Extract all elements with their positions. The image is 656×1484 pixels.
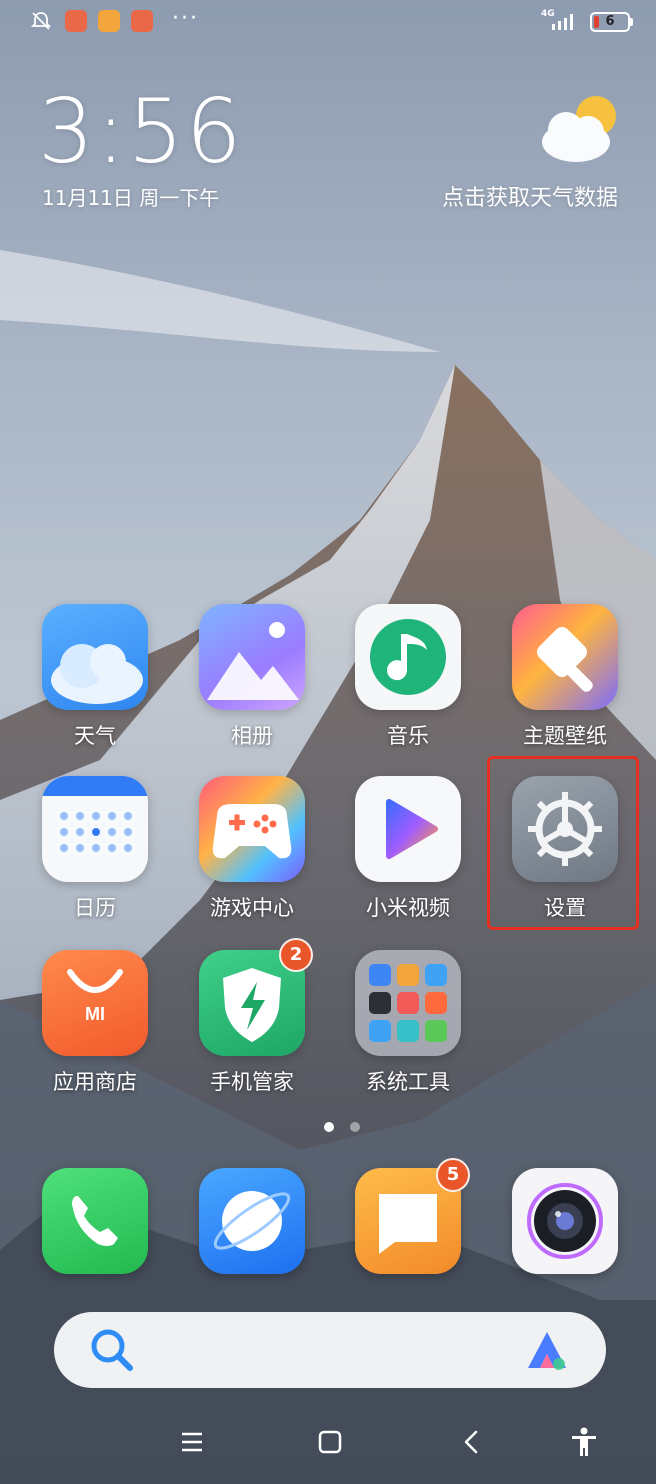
app-label: 手机管家 (210, 1070, 294, 1094)
camera-icon[interactable] (512, 1168, 618, 1274)
app-label: 小米视频 (366, 896, 450, 920)
silent-mode-icon (30, 12, 52, 30)
phone-icon[interactable] (42, 1168, 148, 1274)
battery-level: 6 (605, 14, 615, 29)
highlight-box (487, 756, 639, 930)
browser-icon[interactable] (199, 1168, 305, 1274)
app-label: 相册 (231, 724, 273, 748)
search-bar[interactable] (54, 1312, 606, 1388)
page-dot-active (324, 1122, 334, 1132)
page-indicator (320, 1122, 370, 1134)
app-label: 游戏中心 (210, 896, 294, 920)
notification-app-icon (65, 10, 87, 32)
music-icon (355, 604, 461, 710)
status-bar: ··· 4G 6 (0, 0, 656, 44)
video-icon (355, 776, 461, 882)
svg-text:MI: MI (85, 1004, 105, 1024)
game-center-icon (199, 776, 305, 882)
app-weather[interactable]: 天气 (20, 604, 160, 748)
page-dot (350, 1122, 360, 1132)
themes-icon (512, 604, 618, 710)
folder-icon (355, 950, 461, 1056)
menu-icon[interactable] (174, 1424, 210, 1460)
app-label: 音乐 (387, 724, 429, 748)
search-icon (91, 1329, 133, 1371)
app-store-icon: MI (42, 950, 148, 1056)
app-game-center[interactable]: 游戏中心 (177, 776, 317, 920)
clock-time[interactable]: 3:56 (38, 80, 244, 183)
app-label: 日历 (74, 896, 116, 920)
notification-notes-icon (98, 10, 120, 32)
app-label: 系统工具 (366, 1070, 450, 1094)
home-icon[interactable] (312, 1424, 348, 1460)
back-icon[interactable] (454, 1424, 490, 1460)
gallery-icon (199, 604, 305, 710)
app-gallery[interactable]: 相册 (177, 604, 317, 748)
weather-prompt[interactable]: 点击获取天气数据 (442, 180, 618, 212)
clock-date: 11月11日 周一下午 (42, 186, 220, 210)
accessibility-icon[interactable] (566, 1424, 602, 1460)
app-label: 主题壁纸 (523, 724, 607, 748)
battery-icon: 6 (590, 12, 630, 32)
ai-assistant-icon[interactable] (524, 1328, 570, 1372)
signal-icon (552, 14, 573, 30)
app-calendar[interactable]: 日历 (20, 776, 160, 920)
calendar-icon (42, 776, 148, 882)
notification-app-icon (131, 10, 153, 32)
app-folder-system-tools[interactable]: 系统工具 (333, 950, 473, 1094)
app-music[interactable]: 音乐 (333, 604, 473, 748)
app-store[interactable]: MI 应用商店 (20, 950, 160, 1094)
app-video[interactable]: 小米视频 (333, 776, 473, 920)
app-label: 应用商店 (53, 1070, 137, 1094)
navigation-bar (0, 1408, 656, 1484)
notification-badge: 5 (436, 1158, 470, 1192)
weather-icon (42, 604, 148, 710)
app-themes[interactable]: 主题壁纸 (490, 604, 630, 748)
app-label: 天气 (74, 724, 116, 748)
notification-badge: 2 (279, 938, 313, 972)
more-notifications-icon: ··· (172, 6, 199, 31)
weather-widget-icon[interactable] (538, 94, 622, 164)
